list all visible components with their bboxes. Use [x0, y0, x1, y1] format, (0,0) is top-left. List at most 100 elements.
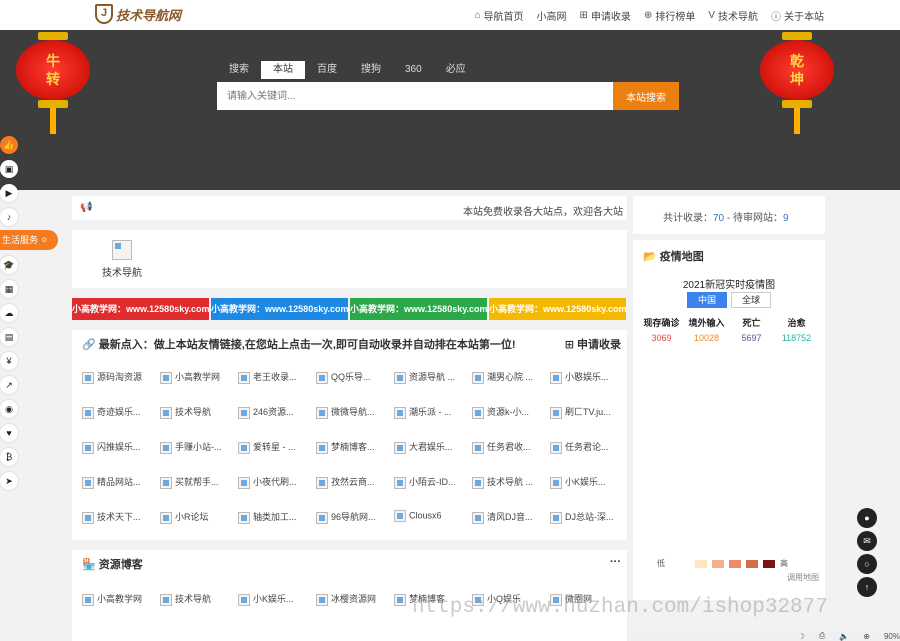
nav-item-1[interactable]: 小高网	[537, 8, 567, 23]
site-link-item[interactable]: QQ乐导...	[316, 370, 391, 384]
site-favicon-icon	[160, 441, 172, 454]
search-input[interactable]	[217, 82, 613, 110]
yen-icon[interactable]: ¥	[0, 352, 18, 370]
send-icon[interactable]: ➤	[0, 472, 18, 490]
ad-banner-0[interactable]: 小高教学网：www.12580sky.com	[72, 298, 209, 320]
nav-item-5[interactable]: ⓘ 关于本站	[771, 8, 824, 23]
ad-banner-1[interactable]: 小高教学网：www.12580sky.com	[211, 298, 348, 320]
music-icon[interactable]: ♪	[0, 208, 18, 226]
site-link-item[interactable]: 任务君论...	[550, 440, 625, 454]
search-tab-0[interactable]: 搜索	[217, 61, 261, 79]
site-link-item[interactable]: 奇迹娱乐...	[82, 405, 157, 419]
covid-tab-1[interactable]: 全球	[731, 292, 771, 308]
resource-link-item[interactable]: 技术导航	[160, 592, 235, 606]
wechat-icon[interactable]: ○	[857, 554, 877, 574]
site-link-item[interactable]: 小高教学网	[160, 370, 235, 384]
site-favicon-icon	[160, 511, 172, 524]
plus-square-icon: ⊞	[564, 339, 574, 351]
zoom-in-icon[interactable]: ⊕	[863, 632, 870, 641]
shop-icon[interactable]: ▣	[0, 160, 18, 178]
site-link-item[interactable]: 潮乐派 - ...	[394, 405, 469, 419]
legend-swatch	[695, 559, 707, 568]
site-link-item[interactable]: 小陌云-ID...	[394, 475, 469, 489]
site-favicon-icon	[394, 510, 406, 522]
site-link-item[interactable]: 潮男心院 ...	[472, 370, 547, 384]
covid-stat-value: 10028	[693, 333, 720, 343]
map-link[interactable]: 调用地图	[787, 572, 819, 583]
nav-item-2[interactable]: ⊞ 申请收录	[580, 8, 631, 23]
search-tab-2[interactable]: 百度	[305, 61, 349, 79]
bitcoin-icon[interactable]: ₿	[0, 448, 18, 466]
covid-tab-0[interactable]: 中国	[687, 292, 727, 308]
heartbeat-icon[interactable]: ♥	[0, 424, 18, 442]
site-link-item[interactable]: 老王收录...	[238, 370, 313, 384]
more-icon[interactable]: ···	[610, 556, 621, 568]
chart-icon[interactable]: ↗	[0, 376, 18, 394]
resource-link-item[interactable]: 小高教学网	[82, 592, 157, 606]
site-favicon-icon	[316, 593, 328, 606]
site-link-item[interactable]: 小夜代刷...	[238, 475, 313, 489]
search-tab-3[interactable]: 搜狗	[349, 61, 393, 79]
site-link-item[interactable]: 清风DJ音...	[472, 510, 547, 524]
qq-icon[interactable]: ●	[857, 508, 877, 528]
grid-icon[interactable]: ▦	[0, 280, 18, 298]
site-link-item[interactable]: 精品网站...	[82, 475, 157, 489]
ad-banner-2[interactable]: 小高教学网：www.12580sky.com	[350, 298, 487, 320]
site-link-item[interactable]: 孜然云商...	[316, 475, 391, 489]
site-link-item[interactable]: DJ总站-深...	[550, 510, 625, 524]
volume-icon[interactable]: 🔈	[839, 632, 849, 641]
site-favicon-icon	[316, 371, 328, 384]
site-link-item[interactable]: 买就帮手...	[160, 475, 235, 489]
site-link-item[interactable]: 轴类加工...	[238, 510, 313, 524]
resource-link-item[interactable]: 冰樱资源网	[316, 592, 391, 606]
site-link-item[interactable]: 小憨娱乐...	[550, 370, 625, 384]
mail-icon[interactable]: ✉	[857, 531, 877, 551]
thumbs-up-icon[interactable]: 👍	[0, 136, 18, 154]
site-link-label: 买就帮手...	[175, 477, 219, 487]
site-link-item[interactable]: 资源导航 ...	[394, 370, 469, 384]
search-tab-4[interactable]: 360	[393, 61, 434, 79]
search-tab-5[interactable]: 必应	[434, 61, 478, 79]
nav-item-0[interactable]: ⌂ 导航首页	[475, 8, 524, 23]
youtube-icon[interactable]: ▶	[0, 184, 18, 202]
site-logo[interactable]: J 技术导航网	[95, 3, 181, 25]
site-link-item[interactable]: 刷匚TV.ju...	[550, 405, 625, 419]
resource-link-item[interactable]: 小K娱乐...	[238, 592, 313, 606]
apply-link[interactable]: ⊞ 申请收录	[565, 336, 621, 352]
site-link-item[interactable]: 大君娱乐...	[394, 440, 469, 454]
search-tab-1[interactable]: 本站	[261, 61, 305, 79]
site-link-item[interactable]: 技术导航	[160, 405, 235, 419]
back-to-top-icon[interactable]: ↑	[857, 577, 877, 597]
nav-item-4[interactable]: V 技术导航	[708, 8, 758, 23]
site-link-item[interactable]: 爱转星 - ...	[238, 440, 313, 454]
site-link-item[interactable]: 技术天下...	[82, 510, 157, 524]
site-link-item[interactable]: 技术导航 ...	[472, 475, 547, 489]
site-link-item[interactable]: 手赚小站-...	[160, 440, 235, 454]
covid-stats: 现存确诊 3069 境外输入 10028 死亡 5697 治愈 118752	[639, 316, 819, 343]
life-service-button[interactable]: 生活服务 ⚪	[0, 230, 58, 250]
site-link-item[interactable]: 246资源...	[238, 405, 313, 419]
nav-item-3[interactable]: ⊕ 排行榜单	[644, 8, 695, 23]
featured-site-link[interactable]: 技术导航	[102, 240, 142, 279]
search-button[interactable]: 本站搜索	[613, 82, 679, 110]
site-favicon-icon	[82, 511, 94, 524]
site-link-item[interactable]: 梦楠博客...	[316, 440, 391, 454]
site-link-item[interactable]: 任务君收...	[472, 440, 547, 454]
print-icon[interactable]: ⎙	[819, 631, 825, 641]
ad-banner-3[interactable]: 小高教学网：www.12580sky.com	[489, 298, 626, 320]
site-link-item[interactable]: 资源k-小...	[472, 405, 547, 419]
site-link-item[interactable]: Clousx6	[394, 510, 469, 522]
stats-box: 共计收录：70 - 待审网站：9	[633, 196, 825, 234]
compass-icon[interactable]: ◉	[0, 400, 18, 418]
nav-item-label: 关于本站	[784, 11, 824, 23]
site-link-item[interactable]: 小K娱乐...	[550, 475, 625, 489]
file-icon[interactable]: ▤	[0, 328, 18, 346]
site-link-item[interactable]: 96导航网...	[316, 510, 391, 524]
graduation-cap-icon[interactable]: 🎓	[0, 256, 18, 274]
site-link-item[interactable]: 闪推娱乐...	[82, 440, 157, 454]
site-link-item[interactable]: 源码淘资源	[82, 370, 157, 384]
cloud-icon[interactable]: ☁	[0, 304, 18, 322]
site-favicon-icon	[394, 406, 406, 419]
site-link-item[interactable]: 小R论坛	[160, 510, 235, 524]
site-link-item[interactable]: 微微导航...	[316, 405, 391, 419]
